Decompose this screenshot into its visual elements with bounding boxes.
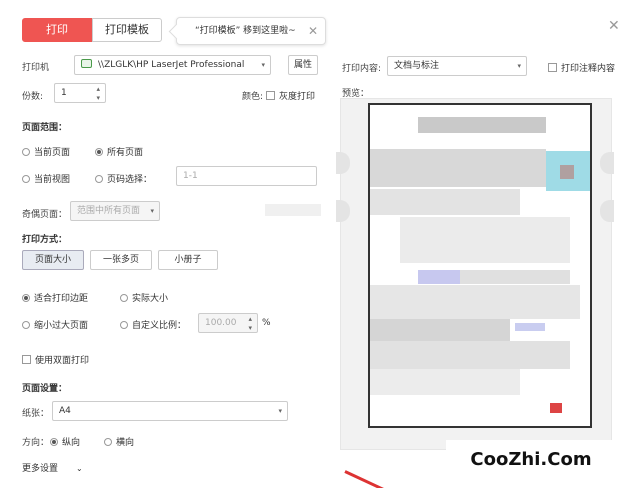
- odd-even-label: 奇偶页面：: [22, 210, 68, 220]
- tab-print-template[interactable]: 打印模板: [92, 18, 162, 42]
- properties-button[interactable]: 属性: [288, 55, 318, 75]
- copies-value: 1: [61, 88, 67, 98]
- chevron-down-icon: ▾: [517, 62, 521, 70]
- printer-value: \\ZLGLK\HP LaserJet Professional: [98, 60, 245, 70]
- radio-icon: [22, 148, 30, 156]
- mode-multi-page-button[interactable]: 一张多页: [90, 250, 152, 270]
- mode-title: 打印方式：: [22, 235, 68, 245]
- radio-icon: [95, 175, 103, 183]
- radio-custom-scale[interactable]: 自定义比例：: [120, 318, 186, 331]
- tab-print[interactable]: 打印: [22, 18, 92, 42]
- blurred-option: [265, 204, 321, 216]
- range-title: 页面范围：: [22, 123, 68, 133]
- printer-icon: [81, 59, 92, 68]
- scale-stepper[interactable]: 100.00 ▴ ▾: [198, 313, 258, 333]
- more-settings-label: 更多设置: [22, 464, 59, 474]
- odd-even-select[interactable]: 范围中所有页面 ▾: [70, 201, 160, 221]
- shrink-label: 缩小过大页面: [34, 321, 89, 331]
- actual-size-label: 实际大小: [132, 294, 169, 304]
- custom-scale-label: 自定义比例：: [132, 321, 187, 331]
- content-select[interactable]: 文档与标注 ▾: [387, 56, 527, 76]
- printer-label: 打印机: [22, 63, 50, 73]
- template-moved-tooltip: “打印模板” 移到这里啦~ ✕: [176, 17, 326, 45]
- percent-label: %: [262, 318, 271, 328]
- stepper-down-icon[interactable]: ▾: [96, 89, 100, 107]
- radio-icon: [22, 321, 30, 329]
- red-annotation-arrow: [344, 470, 428, 488]
- paper-label: 纸张：: [22, 409, 50, 419]
- radio-icon: [22, 175, 30, 183]
- next-page-arrow-2[interactable]: [600, 200, 614, 222]
- annotations-checkbox[interactable]: 打印注释内容: [548, 61, 615, 74]
- radio-page-select[interactable]: 页码选择：: [95, 172, 152, 185]
- copies-stepper[interactable]: 1 ▴ ▾: [54, 83, 106, 103]
- mode-page-size-button[interactable]: 页面大小: [22, 250, 84, 270]
- scale-value: 100.00: [205, 318, 237, 328]
- paper-value: A4: [59, 406, 71, 416]
- odd-even-value: 范围中所有页面: [77, 206, 141, 216]
- more-settings-link[interactable]: 更多设置 ⌄: [22, 461, 83, 474]
- radio-shrink[interactable]: 缩小过大页面: [22, 318, 88, 331]
- paper-select[interactable]: A4 ▾: [52, 401, 288, 421]
- radio-icon: [120, 321, 128, 329]
- all-pages-label: 所有页面: [107, 148, 144, 158]
- duplex-label: 使用双面打印: [35, 356, 90, 366]
- content-value: 文档与标注: [394, 61, 440, 71]
- content-label: 打印内容:: [342, 64, 382, 74]
- fit-margin-label: 适合打印边距: [34, 294, 89, 304]
- grayscale-checkbox[interactable]: 灰度打印: [266, 89, 315, 102]
- chevron-down-icon: ▾: [278, 407, 282, 415]
- window-close-icon[interactable]: ✕: [608, 18, 620, 34]
- checkbox-icon: [266, 91, 275, 100]
- checkbox-icon: [22, 355, 31, 364]
- site-watermark: CooZhi.Com: [446, 440, 616, 480]
- radio-selected-icon: [50, 438, 58, 446]
- portrait-label: 纵向: [62, 438, 81, 448]
- tooltip-text: “打印模板” 移到这里啦~: [195, 26, 296, 36]
- radio-icon: [104, 438, 112, 446]
- radio-fit-margin[interactable]: 适合打印边距: [22, 291, 88, 304]
- radio-portrait[interactable]: 纵向: [50, 435, 80, 448]
- grayscale-label: 灰度打印: [279, 92, 316, 102]
- radio-actual-size[interactable]: 实际大小: [120, 291, 168, 304]
- annotations-label: 打印注释内容: [561, 64, 616, 74]
- radio-icon: [120, 294, 128, 302]
- page-setup-title: 页面设置：: [22, 384, 68, 394]
- current-view-label: 当前视图: [34, 175, 71, 185]
- preview-page: [368, 103, 592, 428]
- orientation-label: 方向：: [22, 438, 50, 448]
- chevron-down-icon: ▾: [261, 61, 265, 69]
- chevron-down-icon: ▾: [150, 207, 154, 215]
- next-page-arrow[interactable]: [600, 152, 614, 174]
- page-select-label: 页码选择：: [107, 175, 153, 185]
- duplex-checkbox[interactable]: 使用双面打印: [22, 353, 89, 366]
- tooltip-close-icon[interactable]: ✕: [308, 18, 318, 44]
- chevron-down-icon: ⌄: [76, 464, 83, 473]
- page-range-placeholder: 1-1: [183, 171, 198, 181]
- radio-landscape[interactable]: 横向: [104, 435, 134, 448]
- radio-current-view[interactable]: 当前视图: [22, 172, 70, 185]
- radio-all-pages[interactable]: 所有页面: [95, 145, 143, 158]
- printer-select[interactable]: \\ZLGLK\HP LaserJet Professional ▾: [74, 55, 271, 75]
- radio-selected-icon: [22, 294, 30, 302]
- checkbox-icon: [548, 63, 557, 72]
- stepper-down-icon[interactable]: ▾: [248, 319, 252, 337]
- radio-current-page[interactable]: 当前页面: [22, 145, 70, 158]
- color-label: 颜色:: [242, 92, 264, 102]
- current-page-label: 当前页面: [34, 148, 71, 158]
- page-range-input[interactable]: 1-1: [176, 166, 317, 186]
- landscape-label: 横向: [116, 438, 135, 448]
- copies-label: 份数:: [22, 92, 44, 102]
- radio-selected-icon: [95, 148, 103, 156]
- mode-booklet-button[interactable]: 小册子: [158, 250, 218, 270]
